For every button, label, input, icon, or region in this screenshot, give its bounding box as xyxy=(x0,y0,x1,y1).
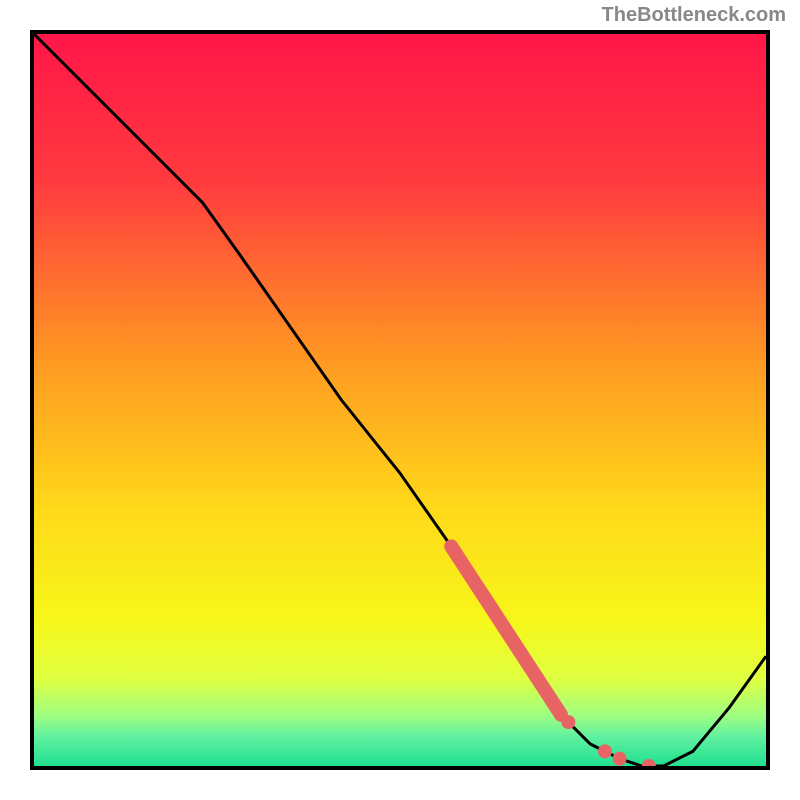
highlight-dot xyxy=(561,715,575,729)
highlight-dot xyxy=(613,752,627,766)
watermark-text: TheBottleneck.com xyxy=(602,4,786,27)
chart-box xyxy=(30,30,770,770)
highlight-dot xyxy=(598,744,612,758)
chart-container: TheBottleneck.com xyxy=(0,0,800,800)
chart-svg xyxy=(34,34,766,766)
